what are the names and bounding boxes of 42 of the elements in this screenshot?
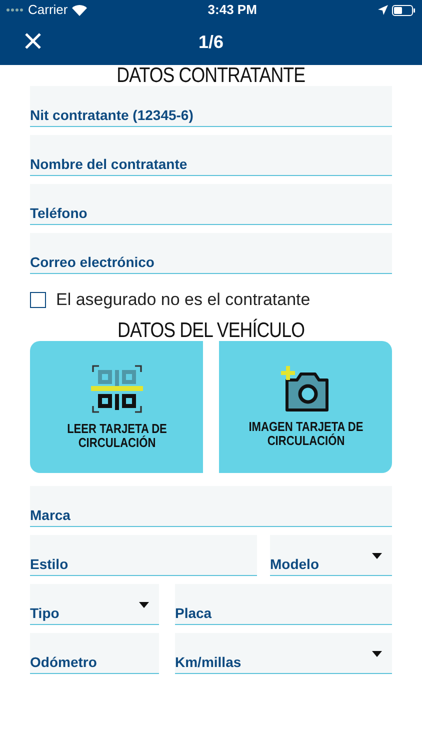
select-field[interactable]: Modelo — [270, 535, 392, 576]
field-input[interactable]: Odómetro — [30, 653, 147, 671]
wifi-icon — [72, 4, 87, 16]
battery-icon — [392, 4, 416, 16]
action-card[interactable]: LEER TARJETA DE CIRCULACIÓN — [30, 341, 203, 473]
add-camera-icon — [280, 366, 330, 412]
input-field[interactable]: Nit contratante (12345-6) — [30, 86, 392, 127]
input-field[interactable]: Odómetro — [30, 633, 159, 674]
field-input[interactable]: Marca — [30, 506, 380, 524]
select-field[interactable]: Km/millas — [175, 633, 392, 674]
field-input[interactable]: Teléfono — [30, 204, 380, 222]
close-icon — [24, 32, 42, 50]
dropdown-caret-icon — [372, 651, 382, 657]
field-input[interactable]: Placa — [175, 604, 380, 622]
input-field[interactable]: Placa — [175, 584, 392, 625]
section-title: DATOS DEL VEHÍCULO — [117, 320, 305, 341]
input-field[interactable]: Estilo — [30, 535, 257, 576]
qr-scan-icon — [90, 364, 142, 414]
input-field[interactable]: Teléfono — [30, 184, 392, 225]
field-label: Tipo — [30, 604, 60, 622]
carrier-name: Carrier — [28, 1, 68, 20]
dropdown-caret-icon — [372, 553, 382, 559]
select-field[interactable]: Tipo — [30, 584, 159, 625]
signal-icon — [6, 8, 24, 12]
field-input[interactable]: Correo electrónico — [30, 253, 380, 271]
location-arrow-icon — [378, 5, 388, 15]
step-counter: 1/6 — [198, 31, 224, 54]
section-title: DATOS CONTRATANTE — [116, 65, 306, 86]
field-input[interactable]: Estilo — [30, 555, 245, 573]
field-input[interactable]: Nombre del contratante — [30, 155, 380, 173]
field-label: Modelo — [270, 555, 319, 573]
checkbox[interactable] — [30, 292, 46, 308]
input-field[interactable]: Nombre del contratante — [30, 135, 392, 176]
action-card[interactable]: IMAGEN TARJETA DE CIRCULACIÓN — [219, 341, 392, 473]
field-label: Km/millas — [175, 653, 242, 671]
close-button[interactable] — [24, 32, 42, 50]
input-field[interactable]: Correo electrónico — [30, 233, 392, 274]
dropdown-caret-icon — [139, 602, 149, 608]
checkbox-label: El asegurado no es el contratante — [56, 289, 310, 312]
field-input[interactable]: Nit contratante (12345-6) — [30, 106, 380, 124]
status-time: 3:43 PM — [208, 1, 257, 20]
input-field[interactable]: Marca — [30, 486, 392, 527]
